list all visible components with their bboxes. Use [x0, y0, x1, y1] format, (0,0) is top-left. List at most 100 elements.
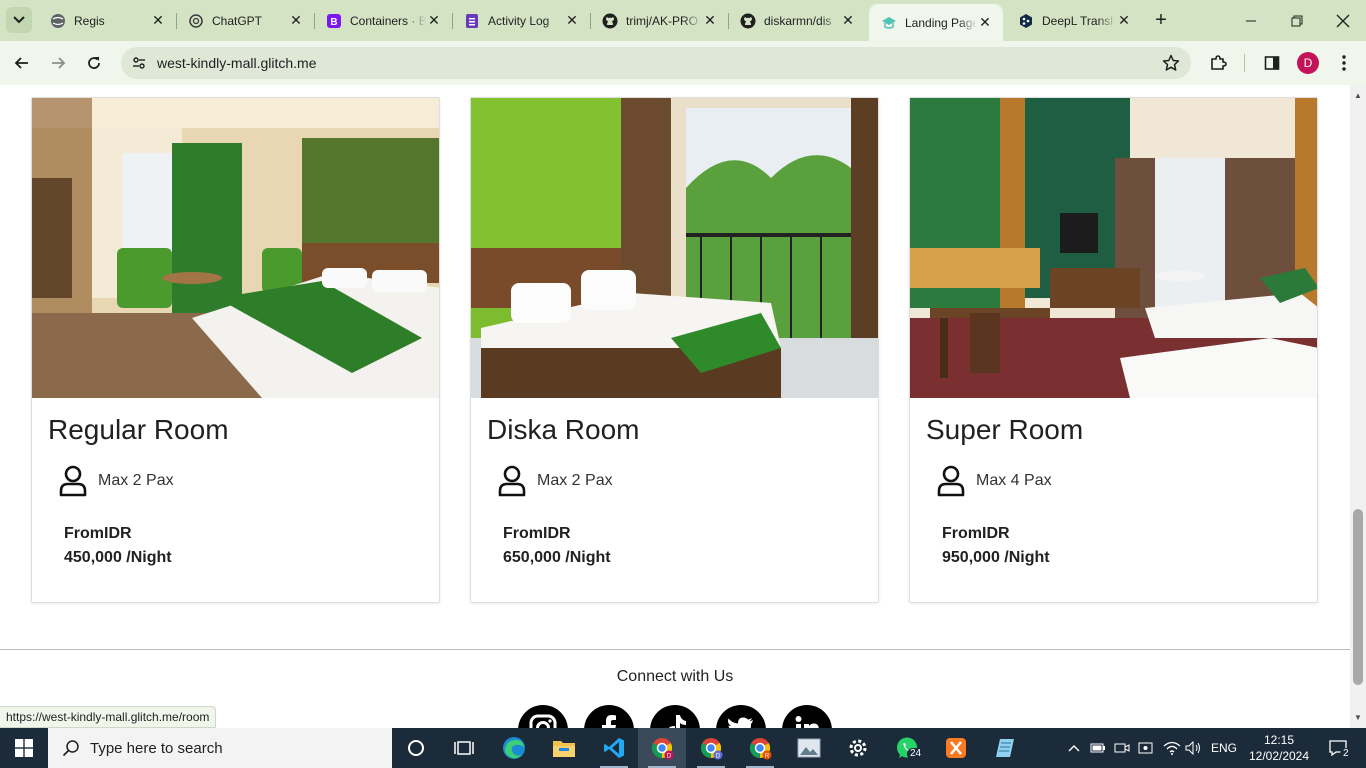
forward-button[interactable] — [44, 49, 72, 77]
room-card[interactable]: Regular Room Max 2 Pax FromIDR 450,000 /… — [31, 97, 440, 603]
page-scrollbar[interactable]: ▲ ▼ — [1350, 85, 1366, 728]
chevron-down-icon — [13, 16, 25, 24]
photos-taskbar-button[interactable] — [785, 728, 833, 768]
vscode-taskbar-button[interactable] — [590, 728, 638, 768]
clock-date: 12/02/2024 — [1248, 749, 1310, 763]
browser-toolbar: west-kindly-mall.glitch.me — [0, 41, 1366, 85]
close-icon[interactable]: ✕ — [426, 12, 442, 29]
instagram-icon[interactable] — [518, 705, 568, 728]
room-capacity: Max 2 Pax — [98, 472, 174, 489]
close-icon[interactable]: ✕ — [702, 12, 718, 29]
whatsapp-taskbar-button[interactable]: 24 — [883, 728, 931, 768]
start-button[interactable] — [0, 728, 48, 768]
svg-text:B: B — [330, 17, 337, 28]
chrome-taskbar-button[interactable]: D — [687, 728, 735, 768]
system-clock[interactable]: 12:15 12/02/2024 — [1248, 732, 1310, 764]
close-icon[interactable]: ✕ — [564, 12, 580, 29]
room-name: Regular Room — [48, 414, 229, 445]
chrome-taskbar-button[interactable]: D — [638, 728, 686, 768]
restore-button[interactable] — [1274, 0, 1320, 41]
restore-icon — [1291, 15, 1303, 26]
side-panel-button[interactable] — [1260, 51, 1284, 75]
notepad-taskbar-button[interactable] — [981, 728, 1029, 768]
tab-chatgpt[interactable]: ChatGPT ✕ — [176, 6, 314, 35]
scroll-down-arrow-icon[interactable]: ▼ — [1353, 713, 1363, 723]
tab-github-diskarmn[interactable]: diskarmn/dis ✕ — [728, 6, 866, 35]
room-card[interactable]: Diska Room Max 2 Pax FromIDR 650,000 /Ni… — [470, 97, 879, 603]
wifi-icon[interactable] — [1160, 728, 1184, 768]
svg-text:R: R — [765, 754, 770, 760]
xampp-taskbar-button[interactable] — [932, 728, 980, 768]
tab-deepl[interactable]: DeepL Transl ✕ — [1006, 6, 1142, 35]
tab-landing-page[interactable]: Landing Page ✕ — [869, 4, 1003, 41]
person-icon — [59, 465, 87, 497]
close-icon[interactable]: ✕ — [977, 14, 993, 31]
tab-activity-log[interactable]: Activity Log ✕ — [452, 6, 590, 35]
chevron-up-icon — [1068, 745, 1080, 752]
tab-github-trimj[interactable]: trimj/AK-PRO ✕ — [590, 6, 728, 35]
site-info-icon[interactable] — [127, 51, 151, 75]
meet-now-icon[interactable] — [1112, 728, 1132, 768]
minimize-button[interactable] — [1228, 0, 1274, 41]
tab-title: Regis — [74, 13, 105, 28]
link-status-bubble: https://west-kindly-mall.glitch.me/room — [0, 706, 217, 728]
close-icon[interactable]: ✕ — [150, 12, 166, 29]
tab-title: DeepL Transl — [1042, 13, 1113, 28]
new-tab-button[interactable]: + — [1150, 9, 1172, 31]
github-icon — [740, 13, 756, 29]
github-icon — [602, 13, 618, 29]
minimize-icon — [1246, 20, 1256, 21]
globe-icon — [50, 13, 66, 29]
close-icon[interactable]: ✕ — [1116, 12, 1132, 29]
cortana-button[interactable] — [392, 728, 440, 768]
tab-search-button[interactable] — [6, 7, 32, 33]
back-button[interactable] — [8, 49, 36, 77]
file-explorer-taskbar-button[interactable] — [540, 728, 588, 768]
chrome-profile-d-icon: D — [700, 738, 723, 760]
reload-button[interactable] — [80, 49, 108, 77]
deepl-icon — [1018, 13, 1034, 29]
room-card[interactable]: Super Room Max 4 Pax FromIDR 950,000 /Ni… — [909, 97, 1318, 603]
settings-taskbar-button[interactable] — [834, 728, 882, 768]
bookmark-star-icon[interactable] — [1161, 53, 1181, 73]
close-window-button[interactable] — [1320, 0, 1366, 41]
browser-menu-button[interactable] — [1332, 51, 1356, 75]
scrollbar-thumb[interactable] — [1353, 509, 1363, 685]
side-panel-icon — [1264, 56, 1280, 70]
close-icon[interactable]: ✕ — [288, 12, 304, 29]
tab-title: Activity Log — [488, 13, 550, 28]
edge-taskbar-button[interactable] — [490, 728, 538, 768]
twitter-icon[interactable] — [716, 705, 766, 728]
windows-taskbar: Type here to search D D R 24 ENG 12:15 1… — [0, 728, 1366, 768]
task-view-button[interactable] — [440, 728, 488, 768]
price-from-label: FromIDR — [942, 525, 1010, 542]
kebab-menu-icon — [1342, 55, 1346, 71]
tiktok-icon[interactable] — [650, 705, 700, 728]
notification-center-button[interactable]: 2 — [1318, 728, 1358, 768]
chrome-taskbar-button[interactable]: R — [736, 728, 784, 768]
battery-icon[interactable] — [1088, 728, 1108, 768]
screen-capture-icon[interactable] — [1136, 728, 1156, 768]
vscode-icon — [604, 738, 624, 758]
extensions-button[interactable] — [1206, 51, 1230, 75]
notepad-icon — [996, 739, 1014, 757]
chrome-profile-r-icon: R — [749, 738, 772, 760]
linkedin-icon[interactable] — [782, 705, 832, 728]
show-hidden-icons-button[interactable] — [1064, 728, 1084, 768]
url-text[interactable]: west-kindly-mall.glitch.me — [157, 55, 316, 71]
scroll-up-arrow-icon[interactable]: ▲ — [1353, 91, 1363, 101]
address-bar[interactable]: west-kindly-mall.glitch.me — [121, 47, 1191, 79]
room-price: 950,000 /Night — [942, 549, 1050, 566]
chrome-profile-d-icon: D — [651, 738, 674, 760]
landing-icon — [881, 15, 897, 31]
input-language[interactable]: ENG — [1208, 728, 1240, 768]
tab-regis[interactable]: Regis ✕ — [38, 6, 176, 35]
tab-containers[interactable]: B Containers · B ✕ — [314, 6, 452, 35]
puzzle-icon — [1211, 55, 1227, 70]
volume-icon[interactable] — [1184, 728, 1204, 768]
image-viewer-icon — [797, 738, 821, 758]
facebook-icon[interactable] — [584, 705, 634, 728]
close-icon[interactable]: ✕ — [840, 12, 856, 29]
taskbar-search-box[interactable]: Type here to search — [48, 728, 392, 768]
profile-avatar[interactable]: D — [1297, 52, 1319, 74]
